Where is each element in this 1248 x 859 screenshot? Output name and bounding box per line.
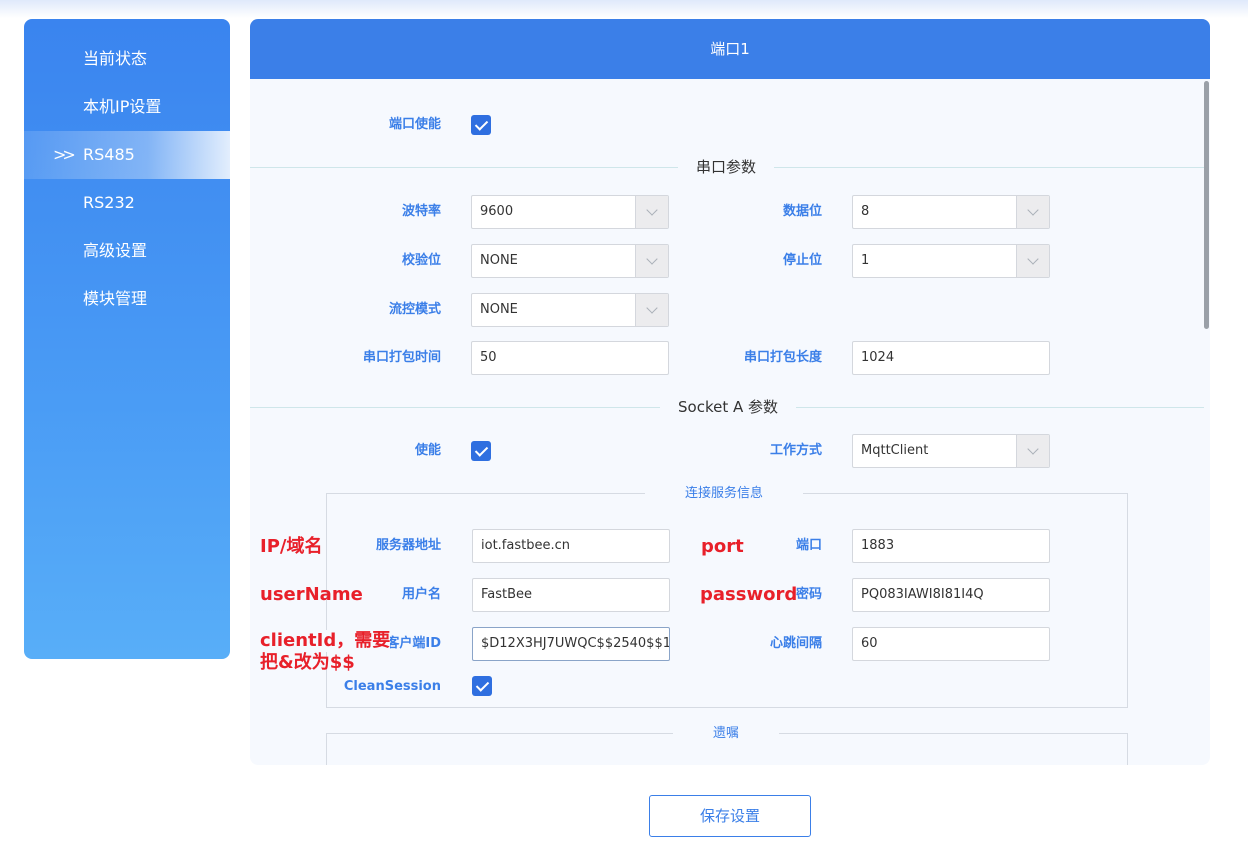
annotation-password: password: [700, 584, 798, 605]
pack-len-label: 串口打包长度: [743, 350, 822, 365]
chevron-down-icon: [1016, 245, 1049, 277]
username-input[interactable]: FastBee: [472, 578, 670, 612]
sidebar-item-label: 模块管理: [83, 289, 148, 308]
pack-time-input[interactable]: 50: [471, 341, 669, 375]
port-input[interactable]: 1883: [852, 529, 1050, 563]
sidebar-item-rs232[interactable]: RS232: [24, 179, 230, 227]
flow-label: 流控模式: [388, 302, 441, 317]
annotation-client-id-line2: 把&改为$$: [260, 652, 355, 673]
annotation-username: userName: [260, 584, 363, 605]
data-bits-select[interactable]: 8: [852, 195, 1050, 229]
client-id-value: $D12X3HJ7UWQC$$2540$$1: [481, 636, 670, 651]
pack-len-input[interactable]: 1024: [852, 341, 1050, 375]
password-input[interactable]: PQ083IAWI8I81I4Q: [852, 578, 1050, 612]
stop-bits-label: 停止位: [782, 253, 822, 268]
top-fade: [0, 0, 1248, 18]
client-id-input[interactable]: $D12X3HJ7UWQC$$2540$$1: [472, 627, 670, 661]
baud-select[interactable]: 9600: [471, 195, 669, 229]
mode-label: 工作方式: [769, 443, 822, 458]
settings-panel: 端口1 端口使能 串口参数 波特率 9600 数据位 8 校验位 NONE 停止…: [250, 19, 1210, 765]
sidebar-item-label: RS485: [83, 145, 135, 164]
sidebar-item-rs485[interactable]: >> RS485: [24, 131, 230, 179]
socket-enable-label: 使能: [414, 443, 441, 458]
port-enable-label: 端口使能: [388, 117, 441, 132]
data-bits-value: 8: [861, 204, 870, 219]
save-settings-button[interactable]: 保存设置: [649, 795, 811, 837]
clean-session-checkbox[interactable]: [472, 676, 492, 696]
annotation-ip: IP/域名: [260, 536, 323, 557]
mode-select[interactable]: MqttClient: [852, 434, 1050, 468]
sidebar-item-advanced[interactable]: 高级设置: [24, 227, 230, 275]
parity-select[interactable]: NONE: [471, 244, 669, 278]
clean-session-label: CleanSession: [343, 679, 441, 694]
port-enable-checkbox[interactable]: [471, 115, 491, 135]
parity-value: NONE: [480, 253, 518, 268]
panel-title: 端口1: [250, 19, 1210, 79]
chevron-down-icon: [635, 294, 668, 326]
connection-fieldset-title: 连接服务信息: [645, 485, 804, 503]
flow-value: NONE: [480, 302, 518, 317]
stop-bits-value: 1: [861, 253, 870, 268]
heartbeat-input[interactable]: 60: [852, 627, 1050, 661]
chevron-down-icon: [1016, 196, 1049, 228]
heartbeat-label: 心跳间隔: [769, 636, 822, 651]
baud-label: 波特率: [401, 204, 441, 219]
will-fieldset-title: 遗嘱: [673, 725, 780, 743]
stop-bits-select[interactable]: 1: [852, 244, 1050, 278]
server-input[interactable]: iot.fastbee.cn: [472, 529, 670, 563]
sidebar: 当前状态 本机IP设置 >> RS485 RS232 高级设置 模块管理: [24, 19, 230, 659]
sidebar-item-label: 高级设置: [83, 241, 148, 260]
data-bits-label: 数据位: [782, 204, 822, 219]
chevron-down-icon: [635, 196, 668, 228]
sidebar-item-label: 本机IP设置: [83, 97, 162, 116]
chevron-down-icon: [635, 245, 668, 277]
chevron-down-icon: [1016, 435, 1049, 467]
serial-section-title: 串口参数: [678, 157, 775, 177]
parity-label: 校验位: [401, 253, 441, 268]
mode-value: MqttClient: [861, 443, 929, 458]
pack-time-label: 串口打包时间: [362, 350, 441, 365]
annotation-port: port: [701, 536, 744, 557]
flow-select[interactable]: NONE: [471, 293, 669, 327]
sidebar-item-label: RS232: [83, 193, 135, 212]
baud-value: 9600: [480, 204, 514, 219]
sidebar-item-status[interactable]: 当前状态: [24, 35, 230, 83]
socket-section-title: Socket A 参数: [660, 397, 797, 417]
annotation-client-id-line1: clientId，需要: [260, 630, 391, 652]
double-chevron-right-icon: >>: [53, 145, 76, 164]
sidebar-item-module[interactable]: 模块管理: [24, 275, 230, 323]
sidebar-item-ip-settings[interactable]: 本机IP设置: [24, 83, 230, 131]
scrollbar-thumb[interactable]: [1204, 81, 1209, 329]
sidebar-item-label: 当前状态: [83, 49, 148, 68]
socket-enable-checkbox[interactable]: [471, 441, 491, 461]
